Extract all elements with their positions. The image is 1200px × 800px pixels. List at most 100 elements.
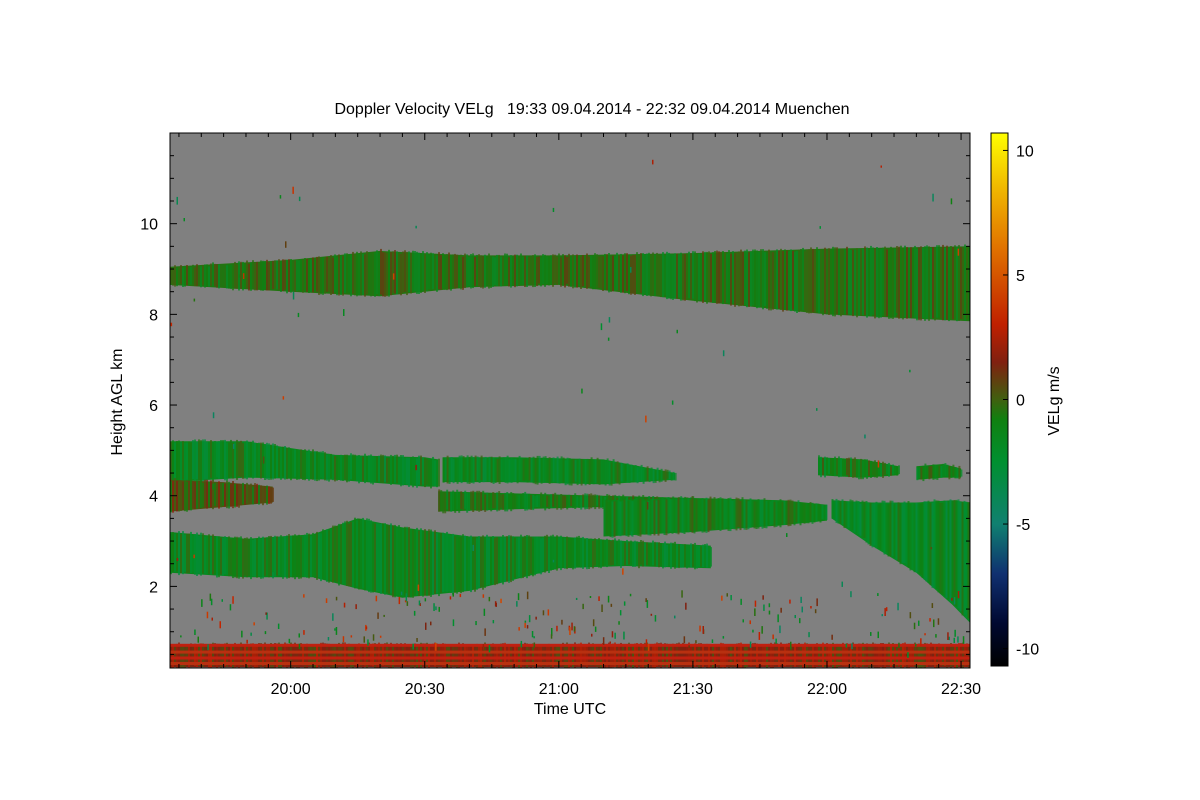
- velocity-column: [619, 501, 622, 537]
- velocity-column: [560, 456, 563, 483]
- velocity-column: [318, 451, 320, 481]
- velocity-column: [432, 253, 434, 290]
- velocity-column: [750, 251, 752, 307]
- velocity-column: [624, 463, 627, 482]
- velocity-column: [264, 537, 266, 576]
- velocity-column: [741, 497, 744, 528]
- velocity-column: [302, 535, 304, 577]
- velocity-column: [472, 536, 474, 590]
- velocity-column: [804, 251, 806, 311]
- velocity-column: [618, 255, 620, 292]
- velocity-column: [460, 537, 462, 594]
- velocity-column: [586, 458, 589, 485]
- velocity-column: [685, 498, 688, 533]
- speckle: [794, 615, 796, 619]
- speckle: [482, 644, 485, 650]
- velocity-column: [939, 502, 942, 594]
- velocity-column: [396, 251, 398, 295]
- velocity-column: [697, 498, 700, 530]
- velocity-column: [831, 499, 834, 519]
- velocity-column: [874, 248, 876, 319]
- velocity-column: [226, 480, 228, 509]
- velocity-column: [680, 544, 682, 568]
- velocity-column: [632, 255, 634, 294]
- velocity-column: [811, 502, 814, 524]
- velocity-column: [704, 251, 706, 301]
- velocity-column: [560, 494, 563, 510]
- velocity-column: [328, 257, 330, 292]
- velocity-column: [729, 497, 732, 532]
- velocity-column: [844, 460, 846, 475]
- velocity-column: [562, 537, 564, 568]
- velocity-column: [861, 500, 864, 538]
- velocity-column: [494, 257, 496, 286]
- speckle: [864, 434, 866, 439]
- velocity-column: [640, 253, 642, 293]
- velocity-column: [502, 535, 504, 585]
- speckle: [786, 533, 788, 537]
- velocity-column: [510, 458, 513, 483]
- velocity-column: [870, 245, 872, 317]
- velocity-column: [892, 464, 894, 475]
- speckle: [221, 599, 223, 602]
- speckle: [524, 620, 527, 623]
- velocity-column: [436, 533, 438, 594]
- velocity-column: [586, 493, 589, 509]
- velocity-column: [390, 252, 392, 296]
- velocity-column: [248, 263, 250, 291]
- velocity-column: [898, 465, 900, 475]
- velocity-column: [260, 538, 262, 579]
- x-tick-label: 20:30: [405, 681, 445, 698]
- velocity-column: [820, 456, 822, 478]
- speckle: [405, 593, 408, 602]
- speckle: [951, 597, 953, 601]
- velocity-column: [584, 255, 586, 288]
- velocity-column: [796, 250, 798, 313]
- velocity-column: [950, 246, 952, 319]
- velocity-column: [516, 254, 518, 287]
- velocity-column: [913, 503, 916, 573]
- velocity-column: [480, 491, 483, 511]
- speckle: [526, 625, 529, 629]
- velocity-column: [959, 502, 962, 612]
- velocity-column: [552, 254, 554, 287]
- velocity-column: [847, 501, 850, 528]
- velocity-column: [897, 502, 900, 562]
- velocity-column: [582, 460, 585, 483]
- velocity-column: [626, 539, 628, 565]
- velocity-column: [962, 247, 964, 321]
- velocity-column: [592, 494, 595, 507]
- velocity-column: [398, 253, 400, 295]
- velocity-column: [662, 543, 664, 569]
- velocity-column: [920, 246, 922, 321]
- velocity-column: [368, 455, 370, 482]
- velocity-column: [917, 503, 920, 574]
- velocity-column: [779, 499, 782, 528]
- velocity-column: [480, 255, 482, 288]
- velocity-column: [548, 457, 551, 484]
- velocity-column: [174, 534, 176, 572]
- velocity-column: [845, 501, 848, 528]
- x-tick-label: 21:30: [673, 681, 713, 698]
- speckle: [343, 602, 346, 608]
- speckle: [589, 596, 592, 598]
- velocity-column: [252, 260, 254, 289]
- velocity-column: [956, 246, 958, 322]
- velocity-column: [356, 520, 358, 587]
- velocity-column: [266, 259, 268, 291]
- velocity-column: [504, 537, 506, 583]
- velocity-column: [842, 249, 844, 315]
- velocity-column: [568, 537, 570, 568]
- velocity-column: [478, 254, 480, 287]
- velocity-column: [933, 499, 936, 589]
- velocity-column: [388, 525, 390, 594]
- velocity-column: [578, 458, 581, 484]
- velocity-column: [516, 457, 519, 484]
- speckle: [418, 600, 421, 606]
- speckle: [598, 596, 600, 601]
- velocity-column: [727, 498, 730, 531]
- velocity-column: [468, 456, 471, 484]
- velocity-column: [206, 441, 208, 480]
- speckle: [542, 610, 545, 616]
- velocity-column: [412, 456, 414, 488]
